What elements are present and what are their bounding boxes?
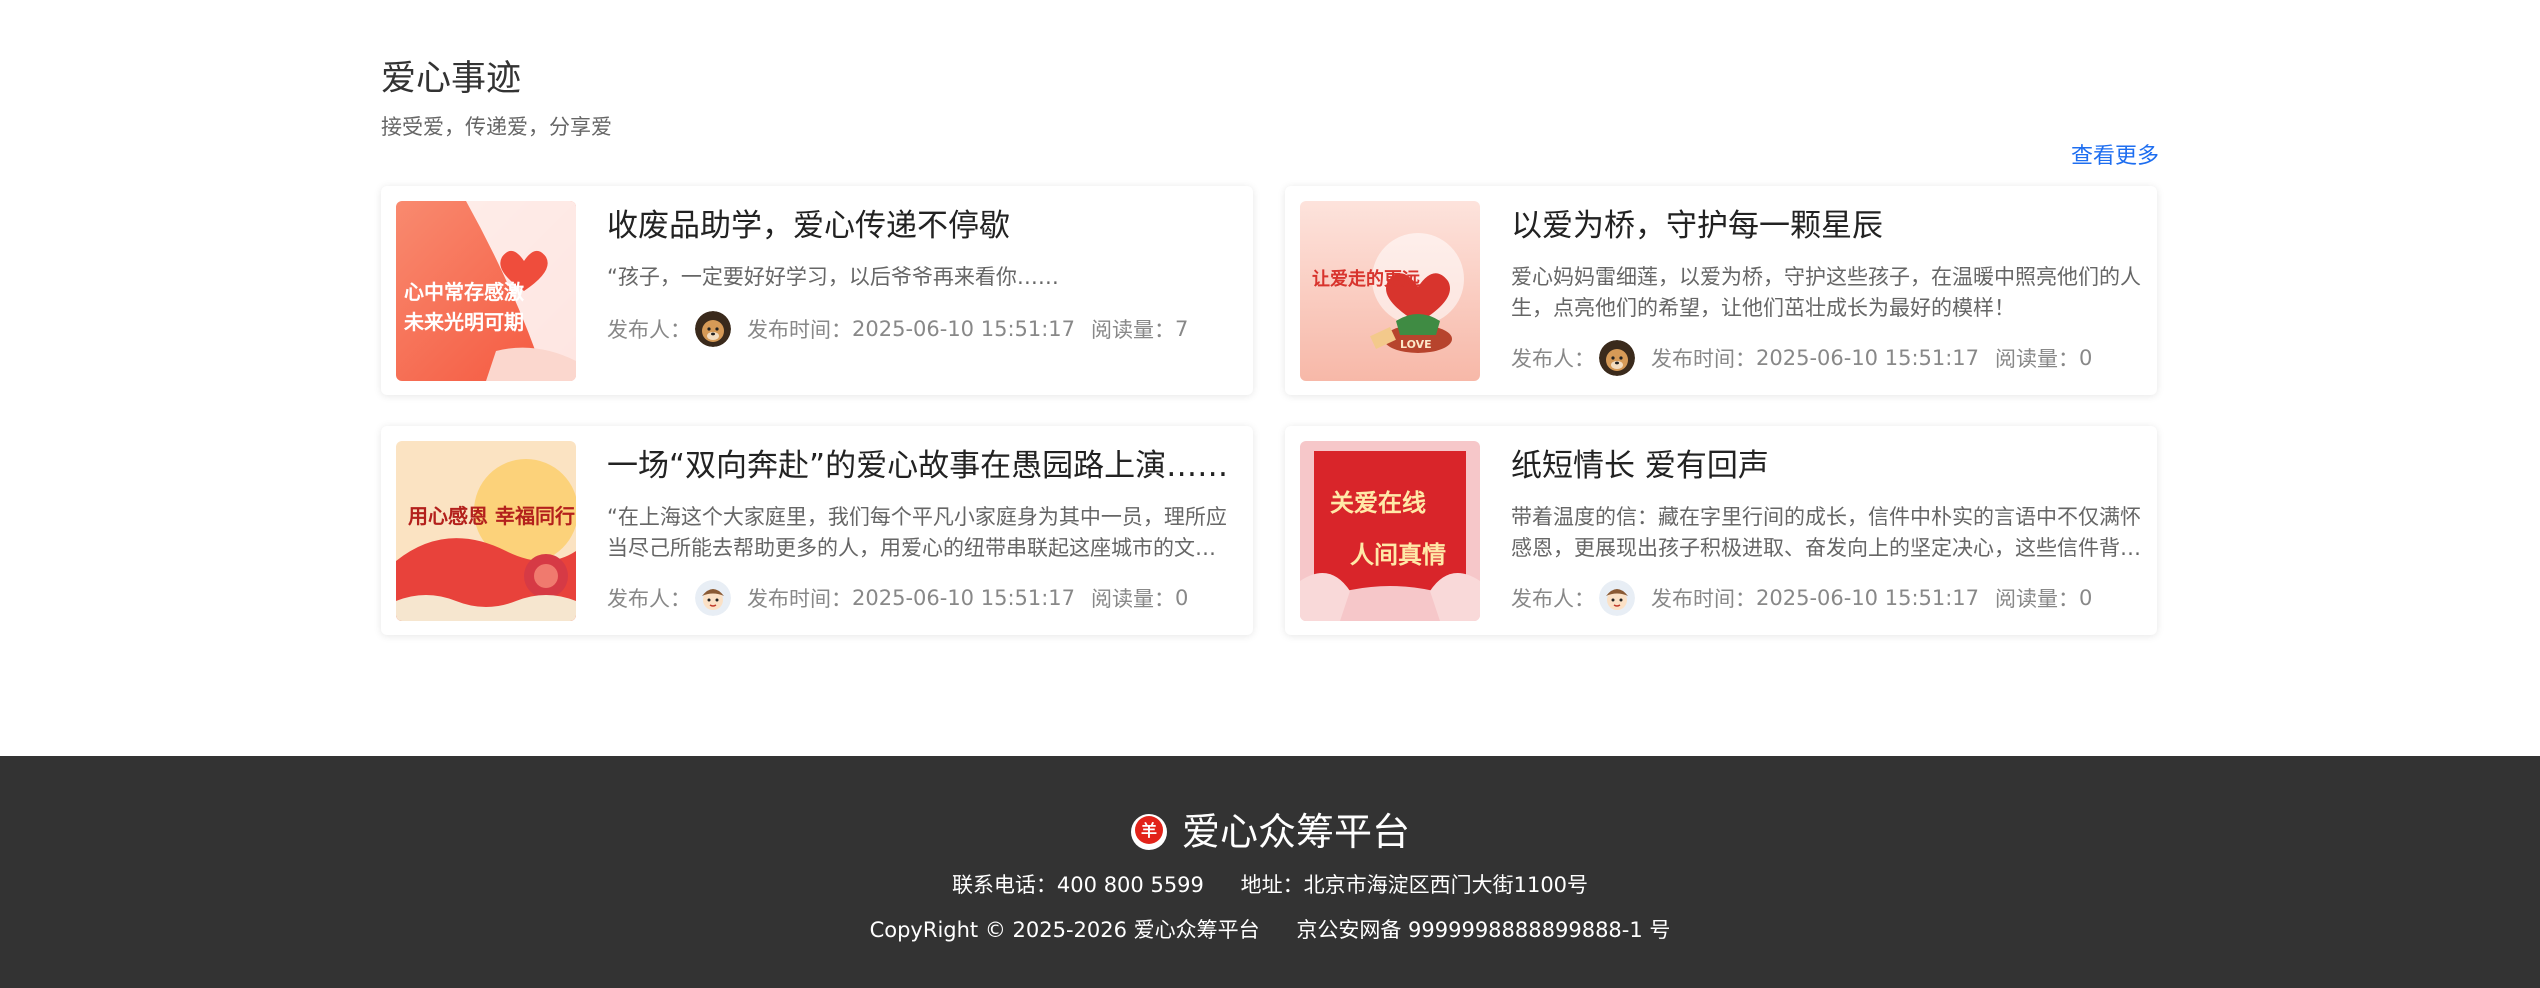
publish-time: 2025-06-10 15:51:17 (852, 586, 1076, 610)
story-image-love-globe: LOVE 让爱走的更远 (1300, 201, 1480, 381)
page: 爱心事迹 接受爱，传递爱，分享爱 查看更多 心中常存感激 未来光明可期 收废品助… (0, 0, 2540, 988)
story-meta: 发布人： 发布时间： 2025-06-10 15:51:17 阅读量： 0 (1511, 339, 2151, 377)
story-meta: 发布人： 发布时间： 2025-06-10 15:51:17 阅读量： 0 (607, 579, 1247, 617)
time-label: 发布时间： (747, 318, 852, 342)
cartoon-avatar-icon (1599, 580, 1635, 616)
dog-avatar-icon (1599, 340, 1635, 376)
author-label: 发布人： (607, 318, 691, 342)
story-card-3[interactable]: 用心感恩 幸福同行 一场“双向奔赴”的爱心故事在愚园路上演…… “在上海这个大家… (381, 426, 1253, 635)
story-card-2[interactable]: LOVE 让爱走的更远 以爱为桥，守护每一颗星辰 爱心妈妈雷细莲，以爱为桥，守护… (1285, 186, 2157, 395)
story-summary: “孩子，一定要好好学习，以后爷爷再来看你…… (607, 265, 1059, 289)
footer-copyright: CopyRight © 2025-2026 爱心众筹平台 (869, 918, 1260, 942)
story-thumbnail[interactable]: 关爱在线 人间真情 (1300, 441, 1480, 621)
story-meta: 发布人： 发布时间： 2025-06-10 15:51:17 阅读量： 7 (607, 310, 1247, 348)
story-summary: “在上海这个大家庭里，我们每个平凡小家庭身为其中一员，理所应当尽己所能去帮助更多… (607, 505, 1227, 560)
thumb-text-line: 未来光明可期 (404, 310, 524, 334)
thumb-text-line: 关爱在线 (1330, 489, 1426, 517)
footer-contact: 联系电话：400 800 5599 地址：北京市海淀区西门大街1100号 (0, 870, 2540, 900)
story-card-1[interactable]: 心中常存感激 未来光明可期 收废品助学，爱心传递不停歇 “孩子，一定要好好学习，… (381, 186, 1253, 395)
reads-label: 阅读量： (1995, 587, 2080, 611)
story-image-care-online: 关爱在线 人间真情 (1300, 441, 1480, 621)
thumb-text-line: 人间真情 (1350, 541, 1446, 569)
footer-phone: 联系电话：400 800 5599 (951, 873, 1204, 897)
view-more-link[interactable]: 查看更多 (2071, 142, 2159, 172)
story-thumbnail[interactable]: LOVE 让爱走的更远 (1300, 201, 1480, 381)
story-summary: 带着温度的信：藏在字里行间的成长，信件中朴实的言语中不仅满怀感恩，更展现出孩子积… (1511, 505, 2141, 560)
story-thumbnail[interactable]: 心中常存感激 未来光明可期 (396, 201, 576, 381)
publish-time: 2025-06-10 15:51:17 (852, 317, 1076, 341)
dog-avatar-icon (695, 311, 731, 347)
reads-label: 阅读量： (1091, 587, 1176, 611)
story-title[interactable]: 以爱为桥，守护每一颗星辰 (1511, 204, 2141, 248)
logo-glyph: 羊 (1141, 821, 1157, 840)
story-title[interactable]: 纸短情长 爱有回声 (1511, 444, 2141, 488)
read-count: 7 (1175, 317, 1189, 341)
author-label: 发布人： (1511, 347, 1595, 371)
time-label: 发布时间： (1651, 587, 1756, 611)
thumb-text-line: 用心感恩 幸福同行 (408, 504, 575, 528)
footer-brand: 羊 爱心众筹平台 (0, 804, 2540, 860)
platform-logo-icon: 羊 (1130, 813, 1168, 851)
story-meta: 发布人： 发布时间： 2025-06-10 15:51:17 阅读量： 0 (1511, 579, 2151, 617)
story-card-4[interactable]: 关爱在线 人间真情 纸短情长 爱有回声 带着温度的信：藏在字里行间的成长，信件中… (1285, 426, 2157, 635)
read-count: 0 (2079, 586, 2093, 610)
story-image-gratitude-happiness: 用心感恩 幸福同行 (396, 441, 576, 621)
site-footer: 羊 爱心众筹平台 联系电话：400 800 5599 地址：北京市海淀区西门大街… (0, 756, 2540, 988)
reads-label: 阅读量： (1995, 347, 2080, 371)
story-thumbnail[interactable]: 用心感恩 幸福同行 (396, 441, 576, 621)
publish-time: 2025-06-10 15:51:17 (1756, 586, 1980, 610)
footer-icp[interactable]: 京公安网备 9999998888899888-1 号 (1296, 918, 1670, 942)
time-label: 发布时间： (1651, 347, 1756, 371)
cartoon-avatar-icon (695, 580, 731, 616)
footer-platform-name: 爱心众筹平台 (1181, 810, 1410, 854)
read-count: 0 (1175, 586, 1189, 610)
read-count: 0 (2079, 346, 2093, 370)
section-subtitle: 接受爱，传递爱，分享爱 (381, 115, 612, 139)
footer-legal: CopyRight © 2025-2026 爱心众筹平台 京公安网备 99999… (0, 915, 2540, 945)
story-summary: 爱心妈妈雷细莲，以爱为桥，守护这些孩子，在温暖中照亮他们的人生，点亮他们的希望，… (1511, 265, 2141, 320)
thumb-text-line: 让爱走的更远 (1312, 268, 1420, 290)
story-title[interactable]: 一场“双向奔赴”的爱心故事在愚园路上演…… (607, 444, 1237, 488)
author-label: 发布人： (1511, 587, 1595, 611)
section-title: 爱心事迹 (381, 59, 522, 99)
story-image-gratitude: 心中常存感激 未来光明可期 (396, 201, 576, 381)
thumb-text-line: 心中常存感激 (404, 280, 524, 304)
author-label: 发布人： (607, 587, 691, 611)
thumb-badge-text: LOVE (1400, 338, 1432, 351)
story-title[interactable]: 收废品助学，爱心传递不停歇 (607, 204, 1237, 248)
reads-label: 阅读量： (1091, 318, 1176, 342)
time-label: 发布时间： (747, 587, 852, 611)
footer-address: 地址：北京市海淀区西门大街1100号 (1240, 873, 1589, 897)
publish-time: 2025-06-10 15:51:17 (1756, 346, 1980, 370)
